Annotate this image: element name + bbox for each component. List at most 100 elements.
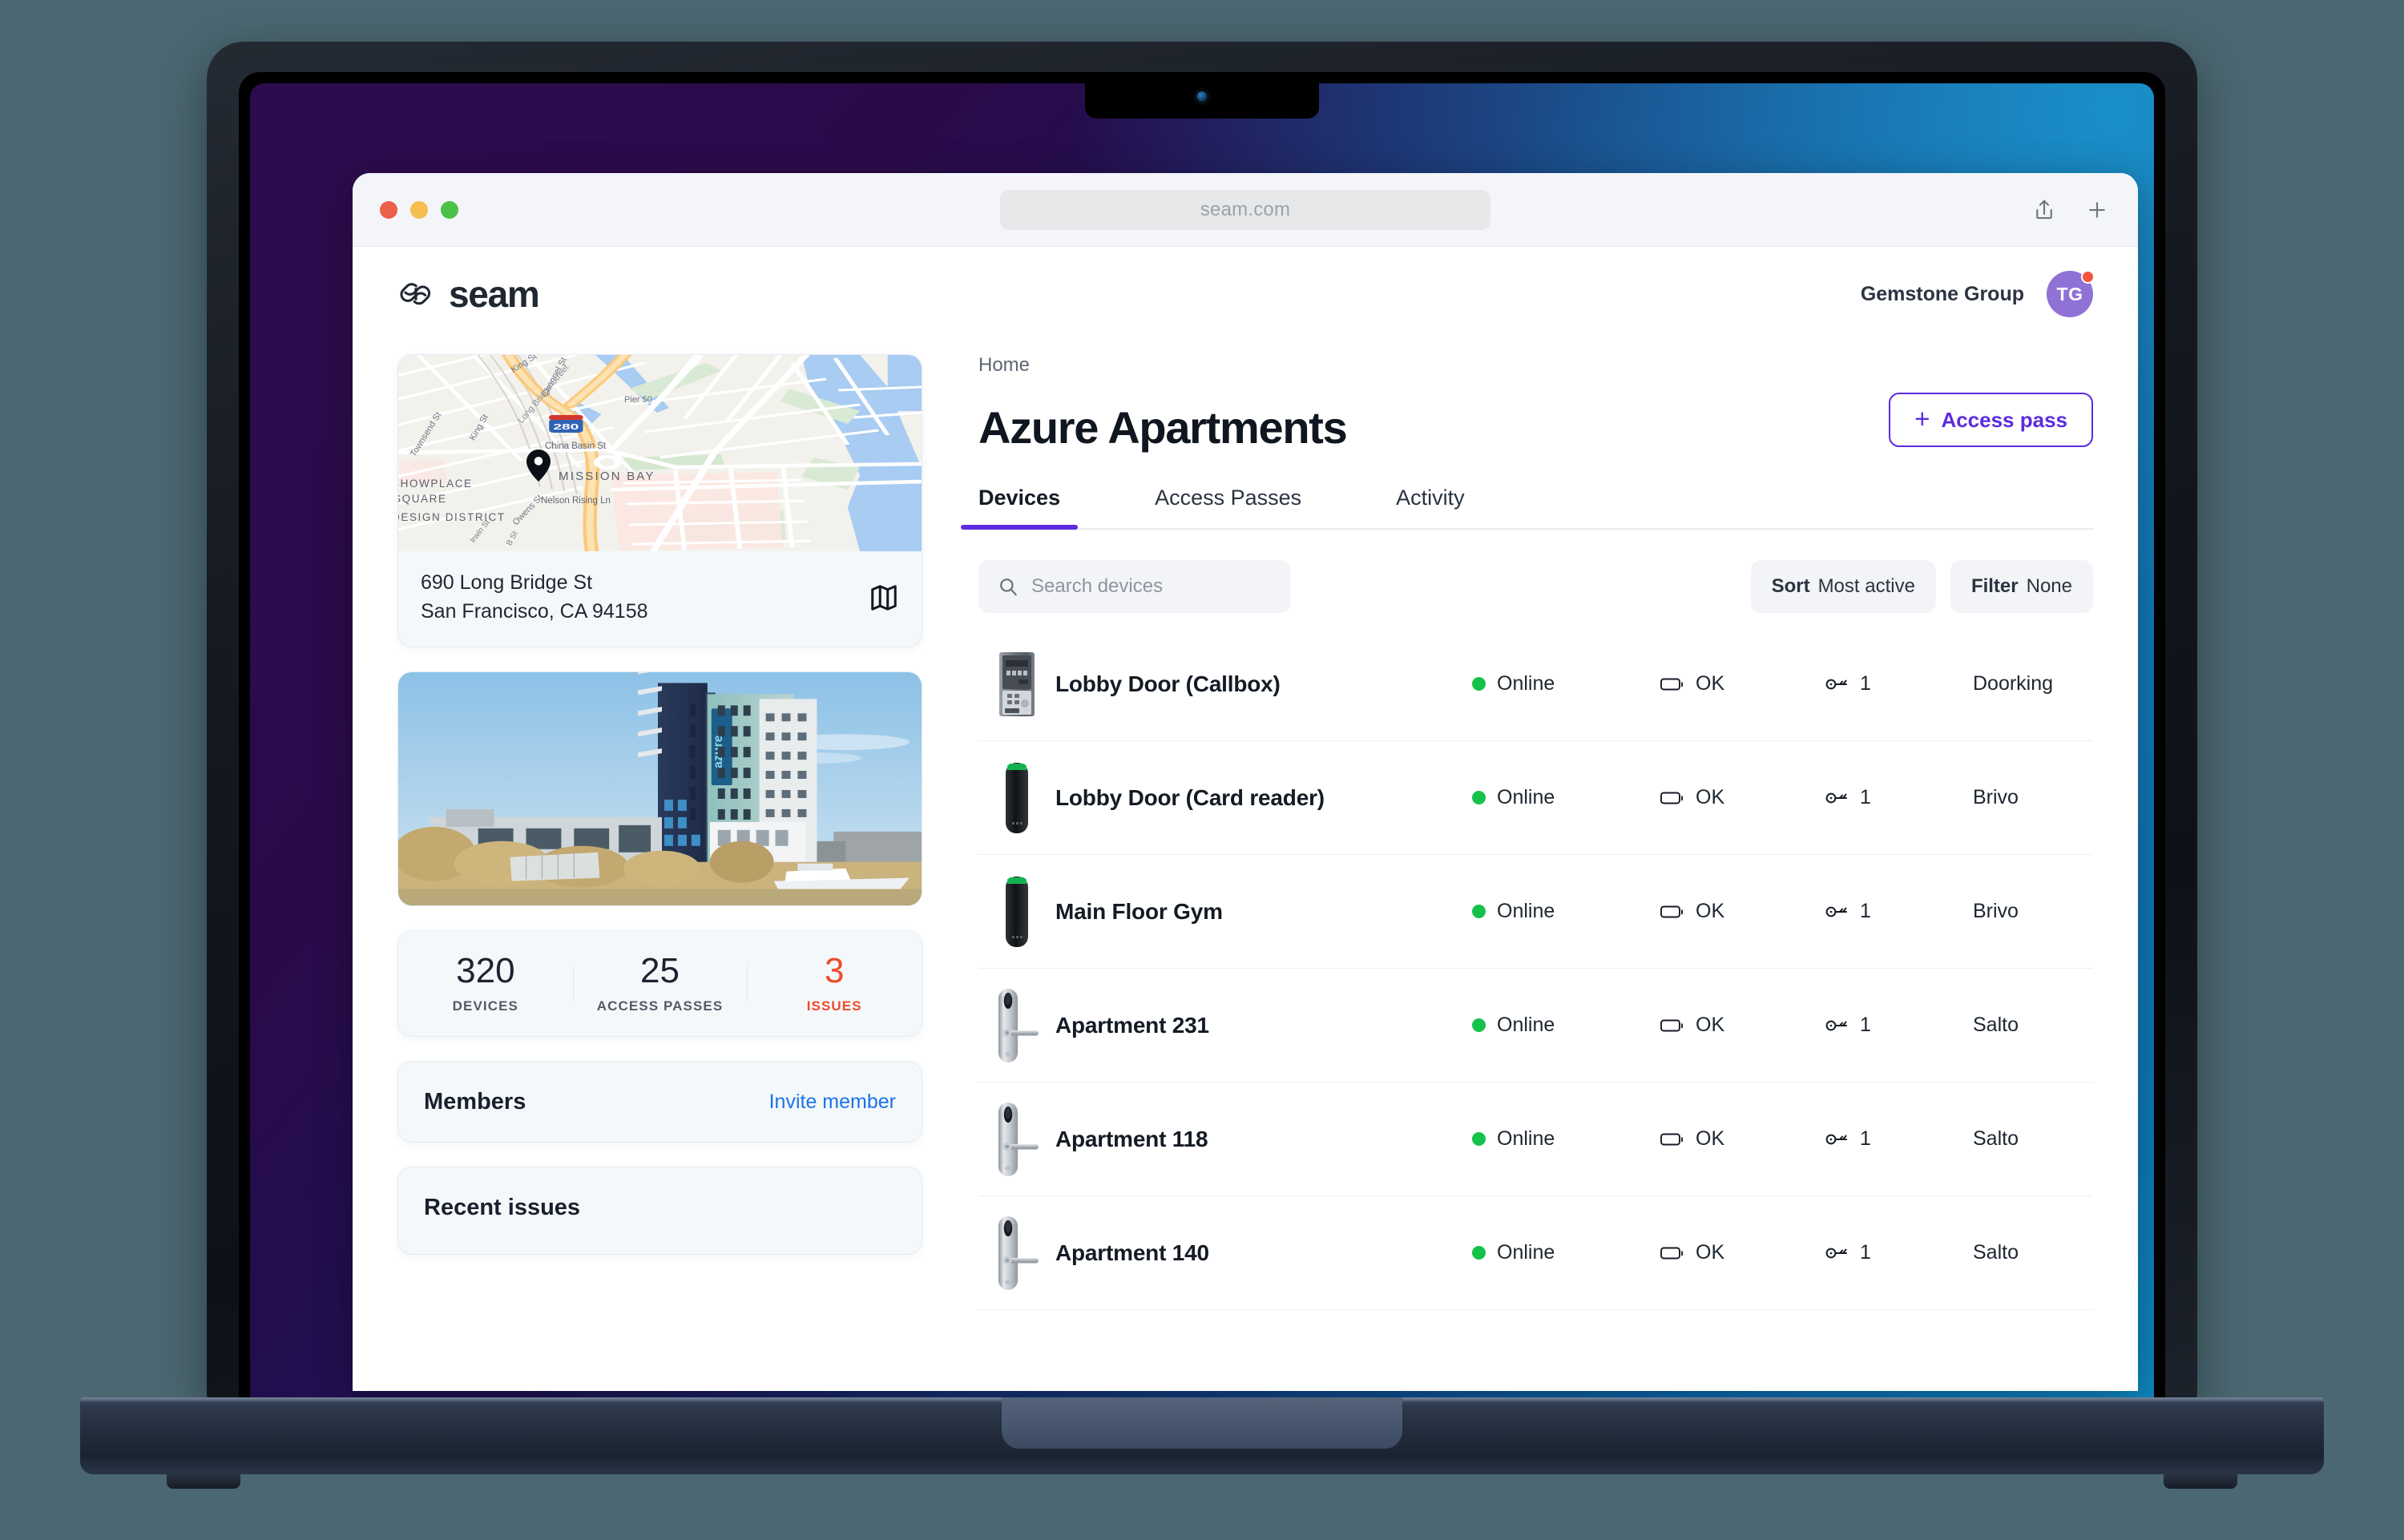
invite-member-link[interactable]: Invite member bbox=[769, 1090, 896, 1114]
screenshot-stage: seam.com seam Gemstone Group TG 280 Town… bbox=[0, 0, 2404, 1540]
tab-devices[interactable]: Devices bbox=[960, 486, 1079, 530]
address-bar-url: seam.com bbox=[1200, 198, 1291, 220]
cardreader-device-icon bbox=[978, 761, 1055, 835]
sort-value: Most active bbox=[1817, 575, 1915, 597]
notification-badge-icon bbox=[2081, 270, 2095, 284]
device-status: Online bbox=[1472, 1241, 1660, 1264]
device-list: Lobby Door (Callbox) Online OK 1 Doorkin… bbox=[978, 627, 2093, 1391]
search-input[interactable] bbox=[1031, 575, 1272, 598]
status-text: Online bbox=[1497, 900, 1555, 922]
device-status: Online bbox=[1472, 900, 1660, 923]
main-content: Home Azure Apartments + Access pass Devi… bbox=[922, 341, 2093, 1391]
recent-issues-title: Recent issues bbox=[424, 1194, 581, 1220]
status-dot-icon bbox=[1472, 1018, 1486, 1032]
plus-icon: + bbox=[1914, 404, 1930, 433]
plus-icon[interactable] bbox=[2085, 198, 2109, 222]
seam-logo-icon bbox=[397, 276, 434, 312]
laptop-foot-left bbox=[167, 1474, 240, 1489]
map-pin-icon bbox=[526, 450, 551, 482]
battery-text: OK bbox=[1696, 786, 1725, 808]
property-stats: 320 DEVICES 25 ACCESS PASSES 3 ISSUES bbox=[397, 930, 922, 1037]
filter-button[interactable]: Filter None bbox=[1950, 560, 2093, 613]
organization-name: Gemstone Group bbox=[1860, 282, 2024, 305]
device-battery: OK bbox=[1660, 786, 1825, 809]
device-row[interactable]: Apartment 140 Online OK 1 Salto bbox=[978, 1196, 2093, 1310]
device-name: Lobby Door (Card reader) bbox=[1055, 784, 1325, 810]
device-access-passes: 1 bbox=[1825, 672, 1973, 695]
minimize-window-button[interactable] bbox=[410, 200, 428, 219]
key-count: 1 bbox=[1860, 1241, 1871, 1264]
device-row[interactable]: Lobby Door (Callbox) Online OK 1 Doorkin… bbox=[978, 627, 2093, 741]
battery-text: OK bbox=[1696, 1014, 1725, 1036]
device-status: Online bbox=[1472, 1014, 1660, 1037]
tab-access-passes[interactable]: Access Passes bbox=[1155, 486, 1301, 528]
sort-button[interactable]: Sort Most active bbox=[1750, 560, 1936, 613]
device-battery: OK bbox=[1660, 1014, 1825, 1037]
address-row: 690 Long Bridge St San Francisco, CA 941… bbox=[398, 551, 922, 647]
device-row[interactable]: Apartment 231 Online OK 1 Salto bbox=[978, 969, 2093, 1082]
brand-name: seam bbox=[449, 273, 540, 315]
tab-activity[interactable]: Activity bbox=[1396, 486, 1465, 528]
breadcrumb[interactable]: Home bbox=[978, 354, 2093, 377]
status-text: Online bbox=[1497, 1241, 1555, 1264]
doorlock-device-icon bbox=[978, 987, 1055, 1064]
filter-value: None bbox=[2026, 575, 2072, 597]
device-access-passes: 1 bbox=[1825, 900, 1973, 923]
device-name: Apartment 140 bbox=[1055, 1240, 1209, 1265]
stat-access-passes[interactable]: 25 ACCESS PASSES bbox=[572, 953, 748, 1014]
status-text: Online bbox=[1497, 1014, 1555, 1036]
stat-value: 3 bbox=[824, 951, 845, 991]
stat-label: ISSUES bbox=[806, 998, 862, 1014]
map-preview[interactable]: 280 Townsend St King St King St Channel St L… bbox=[398, 355, 922, 551]
members-card: Members Invite member bbox=[397, 1061, 922, 1143]
stat-label: ACCESS PASSES bbox=[596, 998, 724, 1014]
device-brand: Salto bbox=[1973, 1241, 2019, 1264]
device-battery: OK bbox=[1660, 672, 1825, 695]
browser-window: seam.com seam Gemstone Group TG 280 Town… bbox=[353, 173, 2138, 1391]
add-access-pass-button[interactable]: + Access pass bbox=[1889, 393, 2093, 447]
window-traffic-lights[interactable] bbox=[380, 200, 458, 219]
account-menu[interactable]: Gemstone Group TG bbox=[1860, 270, 2095, 317]
status-text: Online bbox=[1497, 1127, 1555, 1150]
app-body: 280 Townsend St King St King St Channel St L… bbox=[353, 341, 2138, 1391]
address-line-1: 690 Long Bridge St bbox=[421, 571, 593, 594]
zoom-window-button[interactable] bbox=[441, 200, 458, 219]
device-row[interactable]: Main Floor Gym Online OK 1 Brivo bbox=[978, 855, 2093, 969]
battery-text: OK bbox=[1696, 672, 1725, 695]
status-dot-icon bbox=[1472, 1132, 1486, 1146]
svg-text:280: 280 bbox=[553, 423, 579, 432]
key-icon bbox=[1825, 1017, 1849, 1034]
brand-logo[interactable]: seam bbox=[397, 272, 540, 316]
status-text: Online bbox=[1497, 672, 1555, 695]
device-name: Lobby Door (Callbox) bbox=[1055, 671, 1281, 696]
share-icon[interactable] bbox=[2032, 198, 2056, 222]
page-title: Azure Apartments bbox=[978, 402, 1348, 453]
toolbar-buttons: Sort Most active Filter None bbox=[1750, 560, 2093, 613]
address-bar[interactable]: seam.com bbox=[1000, 189, 1490, 230]
battery-icon bbox=[1660, 1018, 1684, 1033]
key-count: 1 bbox=[1860, 1127, 1871, 1150]
device-access-passes: 1 bbox=[1825, 1014, 1973, 1037]
battery-icon bbox=[1660, 1246, 1684, 1260]
members-header: Members Invite member bbox=[398, 1062, 922, 1142]
device-status: Online bbox=[1472, 786, 1660, 809]
device-row[interactable]: Lobby Door (Card reader) Online OK 1 Bri… bbox=[978, 741, 2093, 855]
laptop-screen: seam.com seam Gemstone Group TG 280 Town… bbox=[239, 72, 2165, 1404]
status-dot-icon bbox=[1472, 905, 1486, 918]
map-icon[interactable] bbox=[869, 583, 899, 613]
status-dot-icon bbox=[1472, 677, 1486, 691]
stat-issues[interactable]: 3 ISSUES bbox=[747, 953, 922, 1014]
key-count: 1 bbox=[1860, 786, 1871, 808]
search-devices-field[interactable] bbox=[978, 560, 1291, 613]
close-window-button[interactable] bbox=[380, 200, 397, 219]
device-row[interactable]: Apartment 118 Online OK 1 Salto bbox=[978, 1082, 2093, 1196]
key-icon bbox=[1825, 1244, 1849, 1262]
cardreader-device-icon bbox=[978, 875, 1055, 949]
device-brand: Brivo bbox=[1973, 900, 2019, 922]
key-icon bbox=[1825, 789, 1849, 807]
battery-icon bbox=[1660, 905, 1684, 919]
property-address: 690 Long Bridge St San Francisco, CA 941… bbox=[421, 569, 648, 626]
avatar[interactable]: TG bbox=[2047, 270, 2095, 317]
stat-devices[interactable]: 320 DEVICES bbox=[398, 953, 573, 1014]
battery-icon bbox=[1660, 677, 1684, 691]
